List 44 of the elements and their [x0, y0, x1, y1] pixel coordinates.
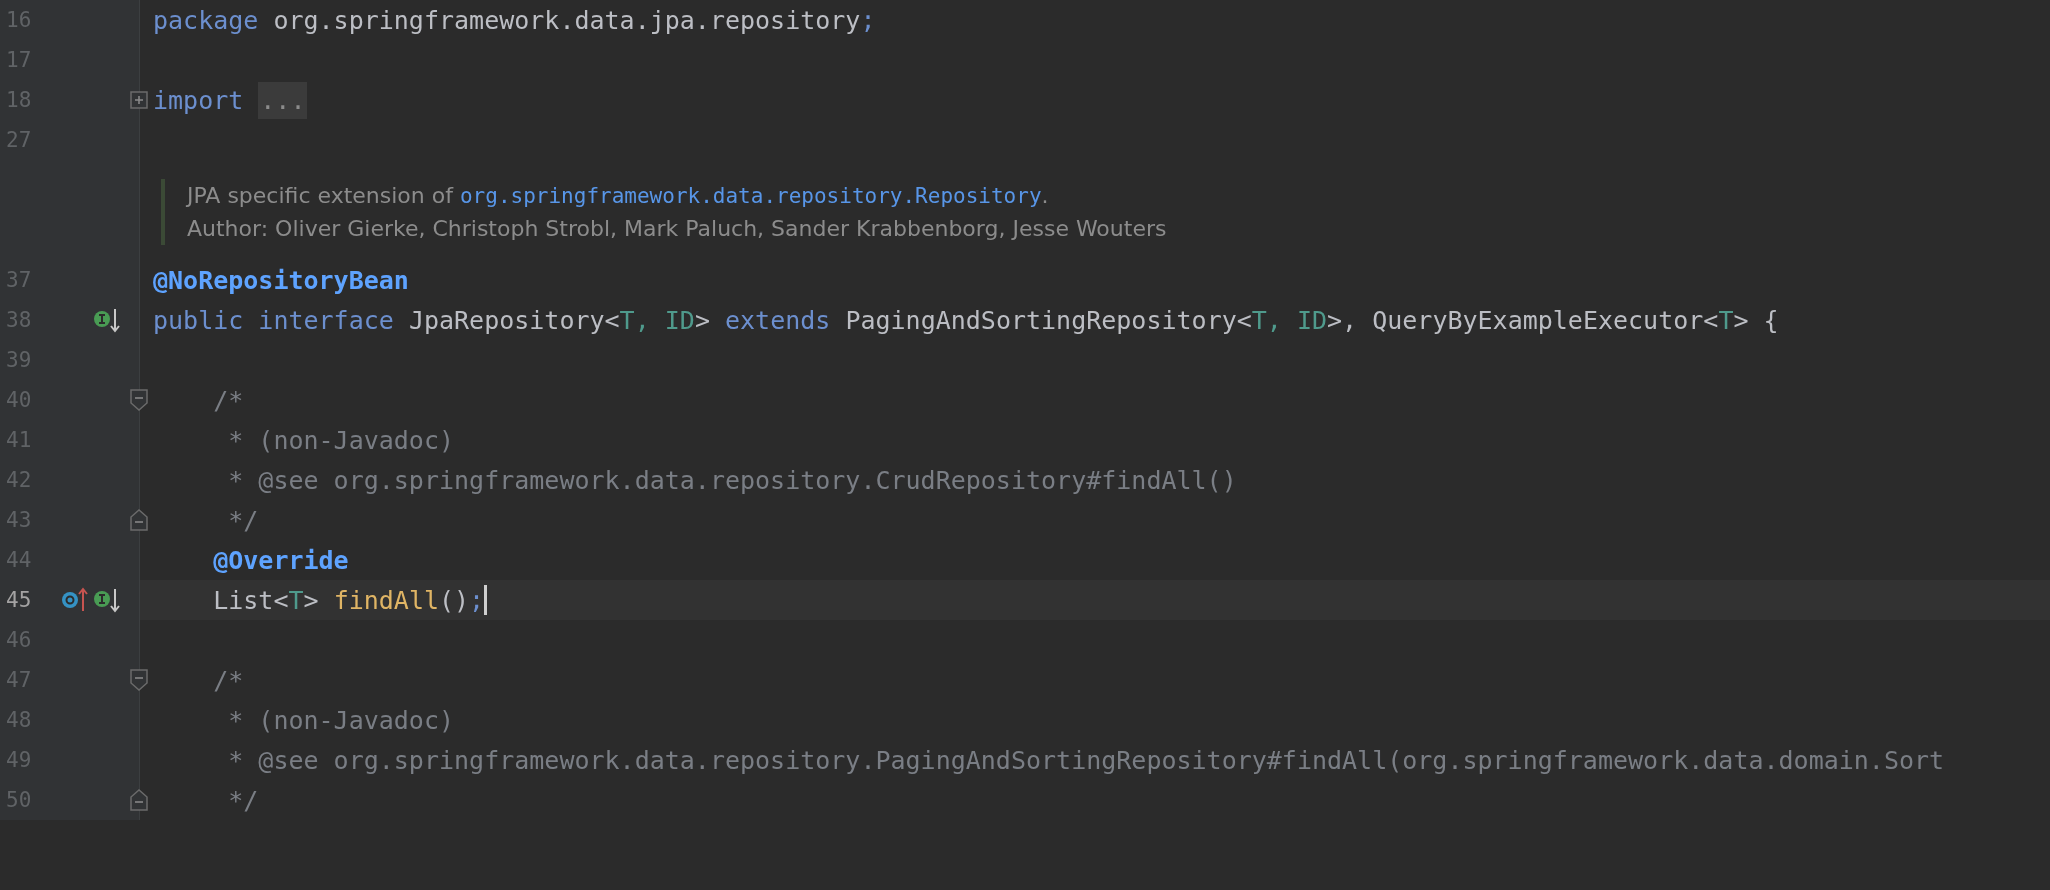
code-token: JpaRepository<: [407, 305, 620, 335]
code-token: * (non-Javadoc): [227, 705, 455, 735]
code-token: @Override: [212, 545, 349, 575]
code-token: import: [153, 85, 244, 115]
expand-fold-icon[interactable]: [130, 91, 148, 109]
doc-line: Author: Oliver Gierke, Christoph Strobl, Mark Paluch, Sander Krabbenborg, Jesse Wouters: [187, 216, 1167, 241]
code-token: public interface: [153, 305, 394, 335]
code-token: T, ID: [1251, 305, 1328, 335]
folded-imports-placeholder[interactable]: ...: [258, 81, 308, 119]
overrides-up-arrow-icon[interactable]: [60, 587, 90, 613]
code-token: > {: [1733, 305, 1779, 335]
collapse-fold-icon[interactable]: [130, 789, 148, 811]
doc-link[interactable]: org.springframework.data.repository.Repository: [459, 184, 1042, 208]
code-token: * @see org.springframework.data.repository.PagingAndSortingRepository#findAll(org.springframework.data.domain.Sort: [227, 745, 1945, 775]
code-token: >: [694, 305, 711, 335]
code-token: extends: [725, 305, 831, 335]
line-number: 45: [5, 588, 33, 612]
code-token: */: [227, 505, 259, 535]
code-token: * @see org.springframework.data.repository.CrudRepository#findAll(): [227, 465, 1237, 495]
code-token: (): [439, 585, 470, 615]
code-token: >, QueryByExampleExecutor<: [1327, 305, 1719, 335]
text-cursor: [484, 585, 488, 615]
code-token: ;: [860, 5, 876, 35]
code-token: /*: [212, 385, 244, 415]
code-token: package: [153, 5, 259, 35]
code-token: T: [288, 585, 304, 615]
code-token: * (non-Javadoc): [227, 425, 455, 455]
collapse-fold-icon[interactable]: [130, 389, 148, 411]
code-token: List<: [212, 585, 289, 615]
code-token: PagingAndSortingRepository<: [844, 305, 1252, 335]
implemented-down-arrow-icon[interactable]: [92, 587, 122, 613]
code-token: /*: [212, 665, 244, 695]
code-token: */: [227, 785, 259, 815]
implemented-down-arrow-icon[interactable]: [92, 307, 122, 333]
code-token: org.springframework.data.jpa.repository: [272, 5, 861, 35]
code-token: ;: [469, 585, 485, 615]
collapse-fold-icon[interactable]: [130, 509, 148, 531]
code-token: T, ID: [619, 305, 695, 335]
code-token: @NoRepositoryBean: [153, 265, 409, 295]
code-token: T: [1718, 305, 1734, 335]
collapse-fold-icon[interactable]: [130, 669, 148, 691]
doc-line: JPA specific extension of org.springframework.data.repository.Repository.: [187, 183, 1050, 208]
code-token: >: [303, 585, 320, 615]
code-token: findAll: [333, 585, 439, 615]
